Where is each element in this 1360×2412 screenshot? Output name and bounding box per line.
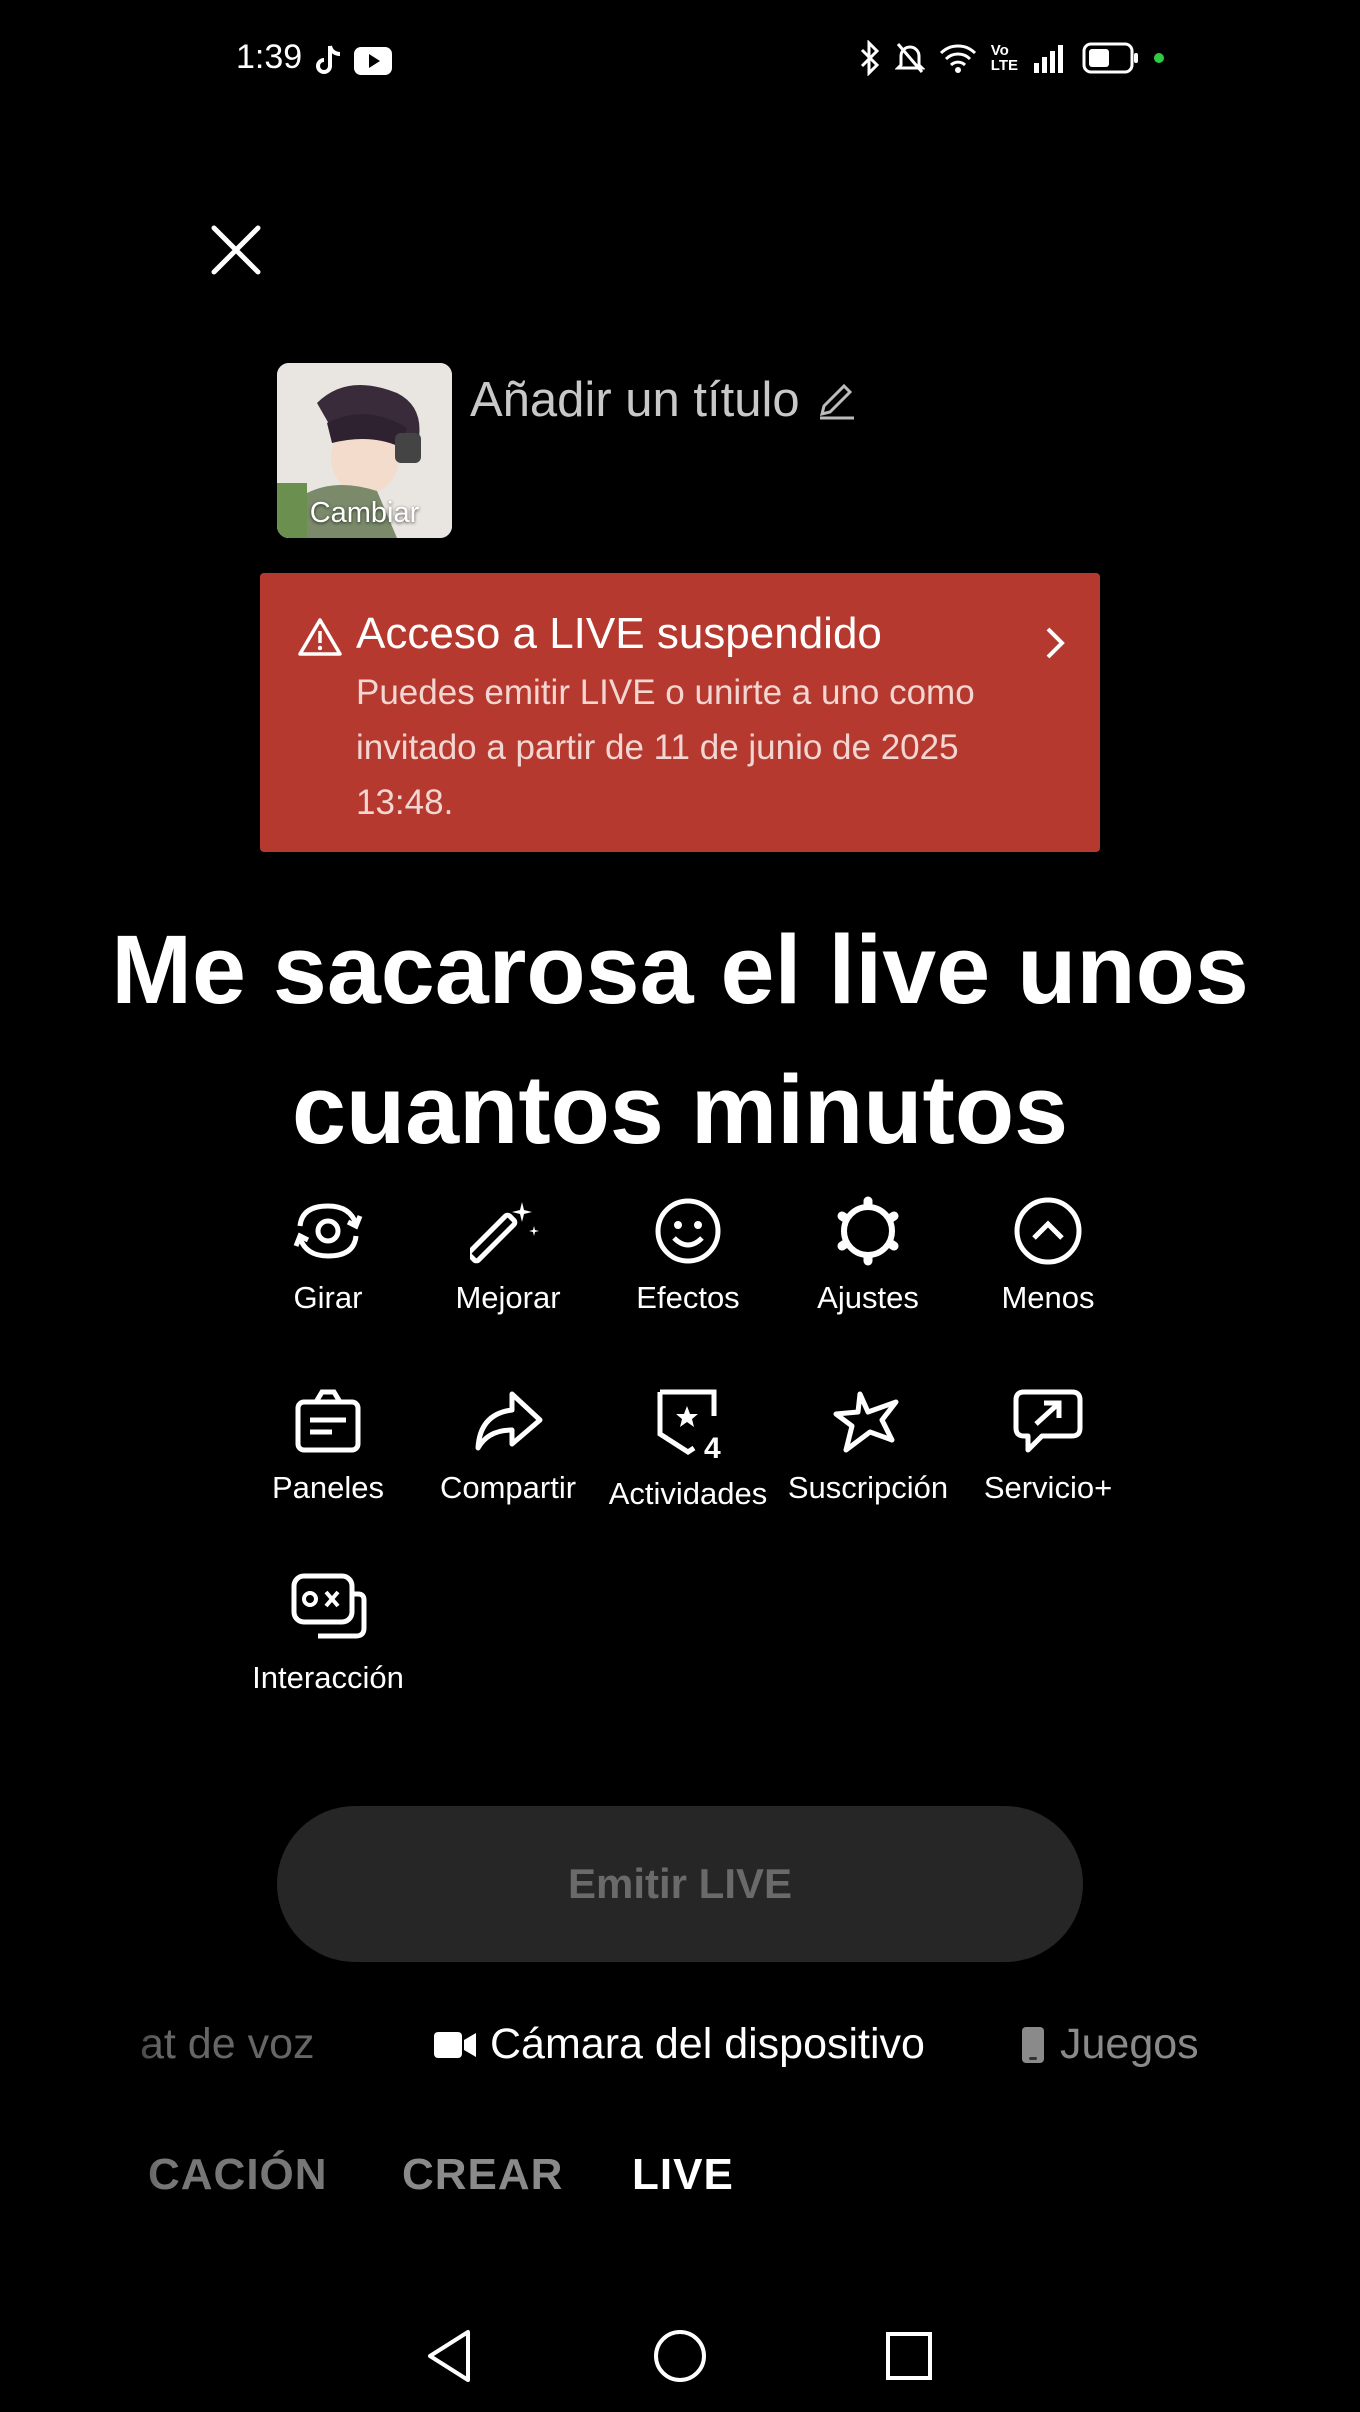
title-input[interactable]: Añadir un título [470, 372, 858, 428]
warning-icon [298, 618, 342, 656]
bluetooth-icon [860, 40, 879, 76]
tool-interaccion[interactable]: Interacción [238, 1572, 418, 1696]
tool-label: Servicio+ [983, 1470, 1113, 1505]
tool-ajustes[interactable]: Ajustes [778, 1196, 958, 1316]
volte-top: Vo [990, 42, 1009, 59]
tool-label: Paneles [271, 1470, 385, 1505]
mode-voice-chat[interactable]: at de voz [140, 2020, 315, 2069]
avatar-change-label: Cambiar [309, 497, 420, 529]
smiley-icon [655, 1198, 721, 1264]
mode-selector: at de voz Cámara del dispositivo Juegos [140, 2020, 1220, 2080]
tool-servicio[interactable]: Servicio+ [958, 1386, 1138, 1506]
edge-fade [0, 1980, 160, 2240]
tool-label: Ajustes [817, 1280, 919, 1315]
tool-label: Compartir [439, 1470, 577, 1505]
back-icon[interactable] [424, 2328, 474, 2384]
rotate-camera-icon [293, 1203, 363, 1259]
panels-icon [295, 1389, 361, 1453]
magic-wand-icon [470, 1202, 539, 1264]
battery-icon [1082, 42, 1138, 74]
cover-avatar[interactable]: Cambiar [277, 363, 452, 538]
tool-label: Actividades [608, 1476, 768, 1511]
tool-menos[interactable]: Menos [958, 1196, 1138, 1316]
tool-label: Efectos [636, 1280, 740, 1315]
nav-item-crear[interactable]: CREAR [402, 2150, 563, 2200]
headline-line-2: cuantos minutos [291, 1055, 1069, 1164]
tool-label: Menos [1001, 1280, 1095, 1315]
close-icon[interactable] [206, 220, 266, 280]
wifi-icon [939, 44, 976, 73]
tool-compartir[interactable]: Compartir [418, 1386, 598, 1506]
tool-label: Girar [293, 1280, 363, 1315]
service-plus-icon [1013, 1389, 1083, 1453]
mute-icon [894, 43, 925, 73]
tool-paneles[interactable]: Paneles [238, 1386, 418, 1506]
tool-actividades[interactable]: 4 Actividades [598, 1386, 778, 1512]
volte-icon: Vo LTE [991, 43, 1018, 73]
live-headline: Me sacarosa el live unos cuantos minutos [80, 900, 1280, 1180]
gear-icon [837, 1196, 899, 1266]
headline-line-1: Me sacarosa el live unos [111, 915, 1249, 1024]
mode-label: at de voz [140, 2020, 315, 2068]
activities-icon: 4 [657, 1389, 721, 1462]
system-nav-bar [0, 2320, 1360, 2390]
status-time: 1:39 [236, 38, 303, 76]
chevron-right-icon [1046, 627, 1065, 659]
subscription-star-icon [833, 1391, 899, 1453]
tool-mejorar[interactable]: Mejorar [418, 1196, 598, 1316]
activities-badge: 4 [704, 1432, 721, 1462]
chevron-up-circle-icon [1014, 1197, 1082, 1265]
tiktok-icon [316, 45, 341, 74]
status-right-icons: Vo LTE [859, 40, 1164, 76]
phone-icon [1022, 2026, 1044, 2063]
mode-label: Cámara del dispositivo [490, 2020, 925, 2068]
mode-device-camera[interactable]: Cámara del dispositivo [434, 2020, 925, 2069]
banner-title: Acceso a LIVE suspendido [356, 609, 882, 658]
status-app-icons [314, 44, 392, 78]
bottom-nav: CACIÓN CREAR LIVE [140, 2150, 1220, 2220]
tool-label: Suscripción [787, 1470, 949, 1505]
tool-suscripcion[interactable]: Suscripción [778, 1386, 958, 1506]
youtube-icon [354, 47, 392, 75]
status-indicator-dot [1154, 53, 1164, 63]
tool-girar[interactable]: Girar [238, 1196, 418, 1316]
video-camera-icon [434, 2031, 476, 2058]
tool-efectos[interactable]: Efectos [598, 1196, 778, 1316]
suspension-banner[interactable]: Acceso a LIVE suspendido Puedes emitir L… [260, 573, 1100, 852]
volte-bottom: LTE [990, 57, 1018, 74]
pencil-icon [819, 383, 854, 420]
banner-body: Puedes emitir LIVE o unirte a uno como i… [356, 673, 975, 822]
signal-icon [1034, 45, 1063, 73]
share-icon [475, 1391, 543, 1451]
mode-games[interactable]: Juegos [1020, 2020, 1199, 2069]
tool-label: Mejorar [455, 1280, 561, 1315]
title-placeholder: Añadir un título [470, 373, 800, 427]
tool-label: Interacción [252, 1660, 404, 1695]
go-live-button[interactable]: Emitir LIVE [277, 1806, 1083, 1962]
go-live-label: Emitir LIVE [567, 1860, 793, 1907]
interaction-icon [291, 1573, 367, 1639]
recents-icon[interactable] [884, 2328, 934, 2384]
mode-label: Juegos [1060, 2020, 1199, 2068]
nav-item-live[interactable]: LIVE [632, 2150, 734, 2200]
nav-item-publicacion[interactable]: CACIÓN [148, 2150, 328, 2200]
home-icon[interactable] [652, 2328, 708, 2384]
